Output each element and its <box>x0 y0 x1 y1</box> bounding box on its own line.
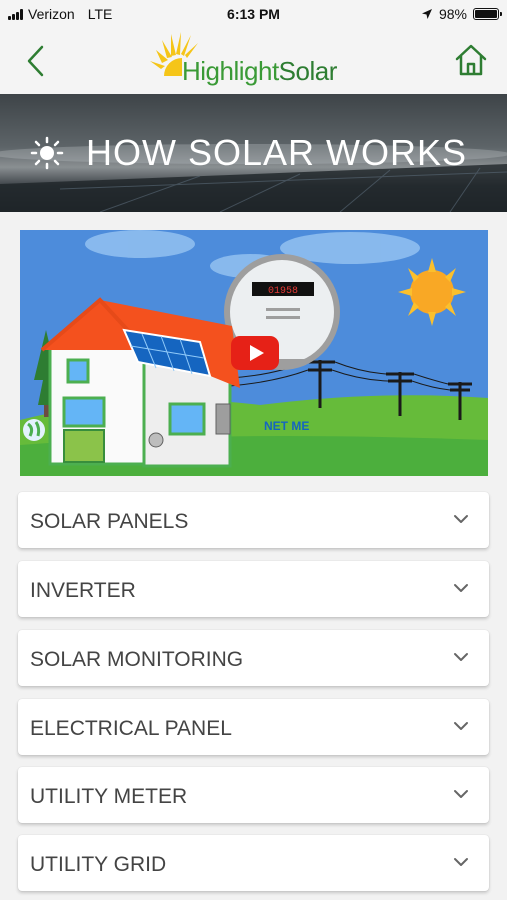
page-title: HOW SOLAR WORKS <box>86 132 468 173</box>
battery-percent: 98% <box>438 6 467 22</box>
section-label: UTILITY GRID <box>30 853 167 876</box>
sun-illustration <box>398 258 466 326</box>
chevron-down-icon <box>454 584 468 592</box>
location-icon <box>421 9 432 19</box>
house-illustration <box>40 297 240 468</box>
section-electrical-panel[interactable]: ELECTRICAL PANEL <box>18 699 489 755</box>
back-button[interactable] <box>22 44 52 78</box>
section-utility-grid[interactable]: UTILITY GRID <box>18 835 489 891</box>
logo-text-solar: Solar <box>278 56 338 86</box>
chevron-down-icon <box>454 858 468 866</box>
battery-fill <box>475 10 497 18</box>
play-icon[interactable] <box>231 336 279 370</box>
net-meter-text: NET ME <box>264 419 309 433</box>
logo-text: HighlightSolar <box>182 56 337 87</box>
section-label: ELECTRICAL PANEL <box>30 717 232 740</box>
section-label: SOLAR PANELS <box>30 510 189 533</box>
chevron-down-icon <box>454 722 468 730</box>
chevron-left-icon <box>27 45 44 77</box>
section-label: UTILITY METER <box>30 785 188 808</box>
section-solar-panels[interactable]: SOLAR PANELS <box>18 492 489 548</box>
home-button[interactable] <box>453 42 489 78</box>
section-label: INVERTER <box>30 579 136 602</box>
chevron-down-icon <box>454 515 468 523</box>
status-right: 98% <box>421 6 502 22</box>
nav-header: HighlightSolar <box>0 30 507 94</box>
highlight-solar-logo: HighlightSolar <box>142 30 372 92</box>
video-thumbnail[interactable]: 01958 NET ME <box>20 230 488 476</box>
chevron-down-icon <box>454 790 468 798</box>
page-banner: HOW SOLAR WORKS <box>0 94 507 212</box>
meter-digits: 01958 <box>268 286 298 297</box>
home-icon <box>455 44 487 76</box>
section-inverter[interactable]: INVERTER <box>18 561 489 617</box>
logo-text-highlight: Highlight <box>182 56 279 86</box>
section-solar-monitoring[interactable]: SOLAR MONITORING <box>18 630 489 686</box>
sun-icon <box>30 136 64 170</box>
section-utility-meter[interactable]: UTILITY METER <box>18 767 489 823</box>
section-label: SOLAR MONITORING <box>30 648 244 671</box>
chevron-down-icon <box>454 653 468 661</box>
battery-icon <box>473 8 502 20</box>
status-bar: Verizon LTE 6:13 PM 98% <box>0 0 507 30</box>
